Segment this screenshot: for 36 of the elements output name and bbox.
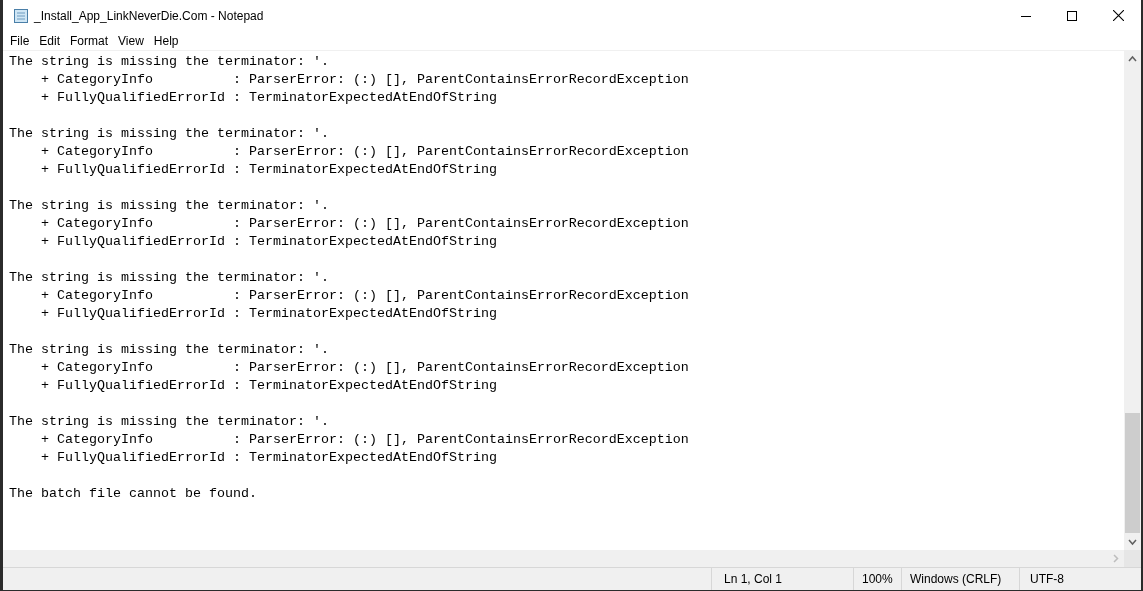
scroll-right-icon[interactable] [1111,554,1120,563]
text-line: The string is missing the terminator: '. [9,198,329,213]
text-line: + FullyQualifiedErrorId : TerminatorExpectedAtEndOfString [40,306,497,321]
vertical-scrollbar[interactable] [1124,51,1141,550]
text-line: The string is missing the terminator: '. [9,342,329,357]
text-line: + CategoryInfo : ParserError: (:) [], ParentContainsErrorRecordException [40,216,689,231]
text-line: The batch file cannot be found. [9,486,257,501]
text-line: The string is missing the terminator: '. [9,54,329,69]
scrollbar-thumb[interactable] [1125,413,1140,533]
horizontal-scrollbar[interactable] [3,550,1124,567]
text-line: The string is missing the terminator: '. [9,270,329,285]
text-line: + FullyQualifiedErrorId : TerminatorExpectedAtEndOfString [40,378,497,393]
menu-item[interactable]: Format [65,31,114,50]
text-line: + CategoryInfo : ParserError: (:) [], ParentContainsErrorRecordException [40,288,689,303]
text-line: + FullyQualifiedErrorId : TerminatorExpectedAtEndOfString [40,90,497,105]
menu-item[interactable]: Edit [34,31,66,50]
maximize-icon [1067,10,1077,21]
zoom-level: 100% [862,571,893,588]
text-line: + CategoryInfo : ParserError: (:) [], ParentContainsErrorRecordException [40,432,689,447]
notepad-icon [13,7,29,24]
line-ending: Windows (CRLF) [910,571,1002,588]
text-line: + FullyQualifiedErrorId : TerminatorExpectedAtEndOfString [40,450,497,465]
text-line: The string is missing the terminator: '. [9,126,329,141]
text-line: + FullyQualifiedErrorId : TerminatorExpectedAtEndOfString [40,162,497,177]
close-icon [1112,10,1124,21]
menu-item[interactable]: File [5,31,35,50]
text-line: + CategoryInfo : ParserError: (:) [], ParentContainsErrorRecordException [40,360,689,375]
text-line: + FullyQualifiedErrorId : TerminatorExpectedAtEndOfString [40,234,497,249]
menu-item[interactable]: View [113,31,149,50]
menu-item[interactable]: Help [148,31,184,50]
text-line: + CategoryInfo : ParserError: (:) [], ParentContainsErrorRecordException [40,144,689,159]
text-line: + CategoryInfo : ParserError: (:) [], ParentContainsErrorRecordException [40,72,689,87]
cursor-position: Ln 1, Col 1 [724,571,783,588]
window-title: _Install_App_LinkNeverDie.Com - Notepad [34,7,264,25]
text-line: The string is missing the terminator: '. [9,414,329,429]
encoding: UTF-8 [1030,571,1064,588]
